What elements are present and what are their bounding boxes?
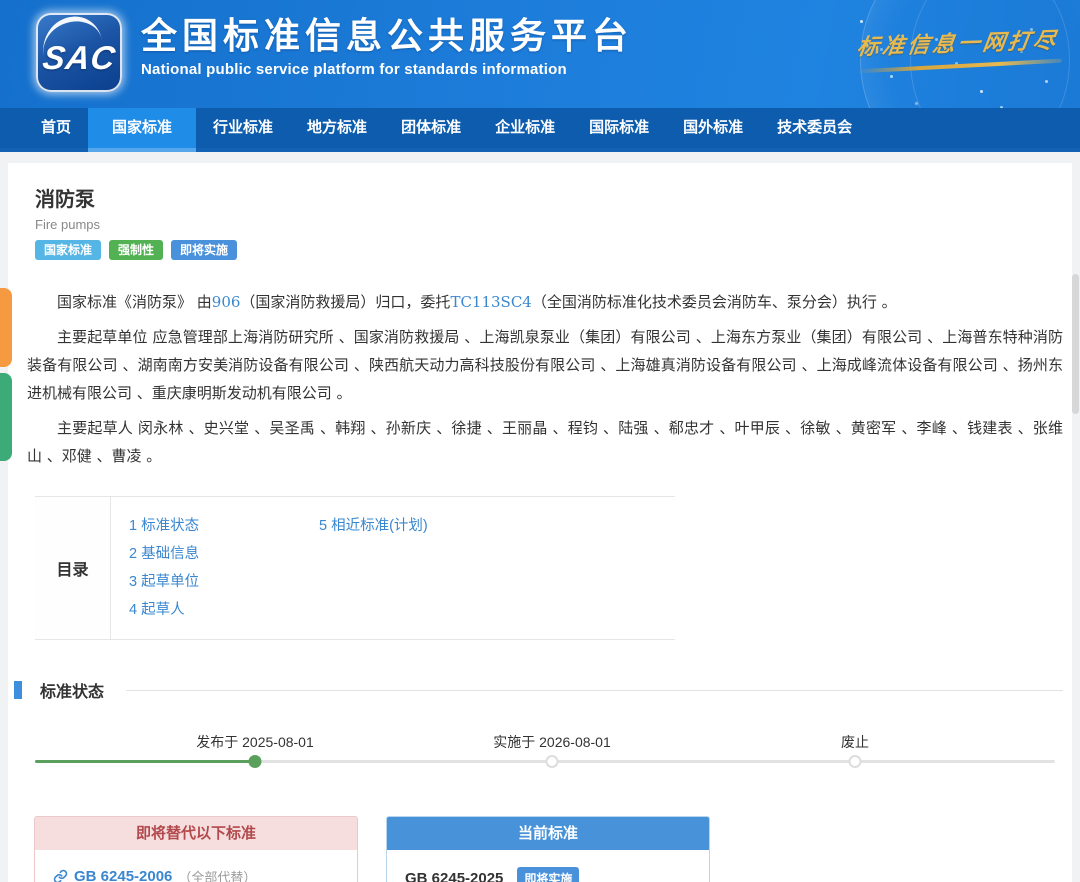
section-marker [14,681,22,699]
paragraph-drafters: 主要起草人 闵永林 、史兴堂 、吴圣禹 、韩翔 、孙新庆 、徐捷 、王丽晶 、程… [27,414,1063,470]
timeline-track-completed [35,760,255,763]
site-title: 全国标准信息公共服务平台 [141,13,633,59]
site-title-block: 全国标准信息公共服务平台 National public service pla… [141,13,633,78]
card-replaced-header: 即将替代以下标准 [35,817,357,850]
toc-columns: 1 标准状态 2 基础信息 3 起草单位 4 起草人 5 相近标准(计划) [111,497,675,639]
toc-label: 目录 [35,497,111,639]
status-section-title: 标准状态 [40,678,104,702]
dots-decoration [860,20,863,23]
page-background: 消防泵 Fire pumps 国家标准 强制性 即将实施 国家标准《消防泵》 由… [0,152,1080,882]
card-current-body: GB 6245-2025 即将实施 消防泵 [387,850,709,882]
side-tab-green[interactable] [0,373,12,461]
card-current-header: 当前标准 [387,817,709,850]
card-current-standard: 当前标准 GB 6245-2025 即将实施 消防泵 [386,816,710,882]
table-of-contents: 目录 1 标准状态 2 基础信息 3 起草单位 4 起草人 5 相近标准(计划) [35,496,675,640]
nav-item-enterprise-standards[interactable]: 企业标准 [478,108,572,152]
intro-section: 国家标准《消防泵》 由906（国家消防救援局）归口，委托TC113SC4（全国消… [27,288,1063,470]
timeline-dot-published [249,755,262,768]
p1-before: 国家标准《消防泵》 由 [57,293,212,311]
badge-row: 国家标准 强制性 即将实施 [35,240,1063,260]
standard-title-en: Fire pumps [35,217,1063,232]
sac-logo[interactable]: SAC [36,13,122,92]
badge-national-standard: 国家标准 [35,240,101,260]
timeline-label-implemented: 实施于 2026-08-01 [493,732,611,752]
nav-item-technical-committees[interactable]: 技术委员会 [760,108,869,152]
toc-link-drafting-units[interactable]: 3 起草单位 [129,568,319,596]
link-tc113sc4[interactable]: TC113SC4 [450,293,531,311]
link-icon [53,869,68,882]
status-timeline: 发布于 2025-08-01 实施于 2026-08-01 废止 [27,732,1063,790]
card-replaced-standard: 即将替代以下标准 GB 6245-2006 （全部代替） 消防泵 [34,816,358,882]
link-906[interactable]: 906 [212,293,241,311]
site-header: SAC 全国标准信息公共服务平台 National public service… [0,0,1080,108]
replaced-standard-note: （全部代替） [178,867,256,882]
toc-link-drafters[interactable]: 4 起草人 [129,596,319,624]
nav-item-industry-standards[interactable]: 行业标准 [196,108,290,152]
main-nav: 首页 国家标准 行业标准 地方标准 团体标准 企业标准 国际标准 国外标准 技术… [0,108,1080,152]
status-section-header: 标准状态 [14,678,1063,702]
nav-item-home[interactable]: 首页 [24,108,88,152]
nav-item-national-standards[interactable]: 国家标准 [88,108,196,152]
p1-mid: （国家消防救援局）归口，委托 [240,293,450,311]
card-replaced-body: GB 6245-2006 （全部代替） 消防泵 [35,850,357,882]
standard-title: 消防泵 [35,183,1063,212]
scrollbar-thumb[interactable] [1072,274,1079,414]
replaced-standard-link[interactable]: GB 6245-2006 [74,868,172,882]
paragraph-overview: 国家标准《消防泵》 由906（国家消防救援局）归口，委托TC113SC4（全国消… [27,288,1063,316]
toc-link-basic-info[interactable]: 2 基础信息 [129,540,319,568]
timeline-label-published: 发布于 2025-08-01 [196,732,314,752]
nav-item-local-standards[interactable]: 地方标准 [290,108,384,152]
toc-link-similar-standards[interactable]: 5 相近标准(计划) [319,512,509,540]
toc-column-2: 5 相近标准(计划) [319,512,509,624]
timeline-dot-abolished [849,755,862,768]
toc-column-1: 1 标准状态 2 基础信息 3 起草单位 4 起草人 [129,512,319,624]
content-card: 消防泵 Fire pumps 国家标准 强制性 即将实施 国家标准《消防泵》 由… [8,163,1072,882]
paragraph-drafting-units: 主要起草单位 应急管理部上海消防研究所 、国家消防救援局 、上海凯泉泵业（集团）… [27,323,1063,407]
badge-mandatory: 强制性 [109,240,163,260]
current-code-line: GB 6245-2025 即将实施 [405,867,691,882]
badge-upcoming-implementation: 即将实施 [171,240,237,260]
nav-item-group-standards[interactable]: 团体标准 [384,108,478,152]
p1-after: （全国消防标准化技术委员会消防车、泵分会）执行 。 [532,293,897,311]
nav-item-international-standards[interactable]: 国际标准 [572,108,666,152]
timeline-dot-implemented [546,755,559,768]
site-subtitle: National public service platform for sta… [141,61,633,78]
standard-cards: 即将替代以下标准 GB 6245-2006 （全部代替） 消防泵 当前标准 [34,816,1063,882]
section-divider [126,690,1063,691]
side-tab-orange[interactable] [0,288,12,367]
toc-link-standard-status[interactable]: 1 标准状态 [129,512,319,540]
replaced-code-line: GB 6245-2006 （全部代替） [53,867,339,882]
current-standard-code: GB 6245-2025 [405,870,503,882]
sac-logo-text: SAC [40,39,118,77]
current-standard-badge: 即将实施 [517,867,579,882]
nav-item-foreign-standards[interactable]: 国外标准 [666,108,760,152]
timeline-label-abolished: 废止 [841,732,869,752]
